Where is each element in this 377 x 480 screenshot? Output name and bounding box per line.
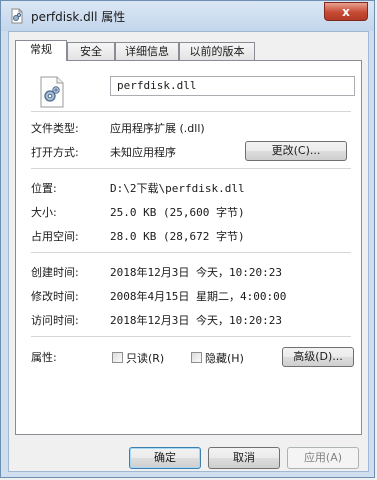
ok-button[interactable]: 确定 <box>129 447 201 469</box>
hidden-label[interactable]: 隐藏(H) <box>205 350 244 366</box>
opens-with-value: 未知应用程序 <box>110 146 176 159</box>
divider <box>31 336 351 337</box>
tab-previous-versions[interactable]: 以前的版本 <box>179 42 255 60</box>
accessed-value: 2018年12月3日 今天，10:20:23 <box>110 314 282 327</box>
modified-value: 2008年4月15日 星期二，4:00:00 <box>110 290 287 303</box>
size-value: 25.0 KB (25,600 字节) <box>110 206 245 219</box>
opens-with-label: 打开方式: <box>31 146 79 159</box>
hidden-checkbox[interactable] <box>191 352 202 363</box>
apply-button[interactable]: 应用(A) <box>287 447 359 469</box>
created-label: 创建时间: <box>31 266 79 279</box>
window-title: perfdisk.dll 属性 <box>31 10 126 24</box>
modified-label: 修改时间: <box>31 290 79 303</box>
divider <box>31 111 351 112</box>
title-bar[interactable]: perfdisk.dll 属性 x <box>1 1 374 31</box>
size-label: 大小: <box>31 206 57 219</box>
change-button[interactable]: 更改(C)... <box>245 141 347 161</box>
divider <box>31 252 351 253</box>
readonly-checkbox[interactable] <box>112 352 123 363</box>
dialog-client: 常规 安全 详细信息 以前的版本 perfdisk.dll 文件类型: 应用程序… <box>8 31 369 472</box>
tab-general[interactable]: 常规 <box>15 40 67 61</box>
size-on-disk-label: 占用空间: <box>31 230 79 243</box>
size-on-disk-value: 28.0 KB (28,672 字节) <box>110 230 245 243</box>
readonly-label[interactable]: 只读(R) <box>126 350 164 366</box>
file-type-label: 文件类型: <box>31 122 79 135</box>
location-label: 位置: <box>31 182 57 195</box>
tab-security[interactable]: 安全 <box>67 42 115 60</box>
properties-window: perfdisk.dll 属性 x 常规 安全 详细信息 以前的版本 perfd… <box>0 0 375 478</box>
location-value: D:\2下载\perfdisk.dll <box>110 182 245 195</box>
dll-file-icon <box>40 76 64 108</box>
divider <box>31 168 351 169</box>
accessed-label: 访问时间: <box>31 314 79 327</box>
created-value: 2018年12月3日 今天，10:20:23 <box>110 266 282 279</box>
general-panel: perfdisk.dll 文件类型: 应用程序扩展 (.dll) 打开方式: 未… <box>15 60 362 435</box>
close-button[interactable]: x <box>324 2 368 21</box>
dll-file-icon <box>11 8 23 24</box>
advanced-button[interactable]: 高级(D)... <box>282 347 354 367</box>
file-name-field[interactable]: perfdisk.dll <box>110 76 355 96</box>
attributes-label: 属性: <box>31 351 57 364</box>
cancel-button[interactable]: 取消 <box>208 447 280 469</box>
file-type-value: 应用程序扩展 (.dll) <box>110 122 205 135</box>
tab-details[interactable]: 详细信息 <box>115 42 179 60</box>
